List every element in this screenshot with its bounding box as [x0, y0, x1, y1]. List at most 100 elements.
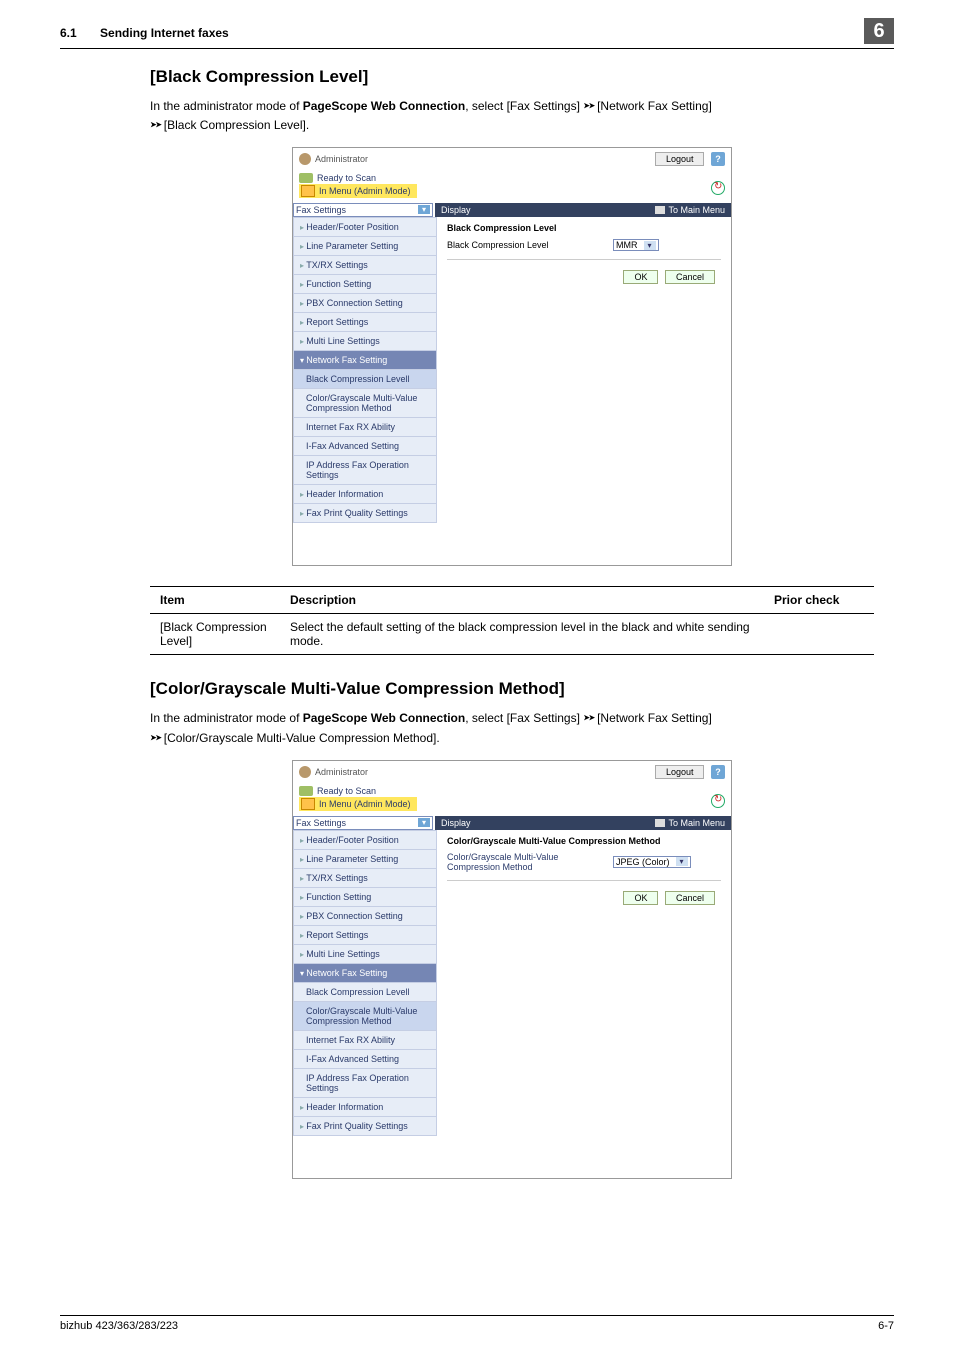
content-title: Black Compression Level — [447, 223, 721, 233]
compression-select[interactable]: JPEG (Color)▾ — [613, 856, 691, 868]
menu-icon — [301, 185, 315, 197]
status-ready: Ready to Scan — [317, 786, 376, 796]
display-button[interactable]: Display — [435, 203, 477, 217]
intro-text: [Network Fax Setting] — [594, 99, 712, 113]
ok-button[interactable]: OK — [623, 270, 658, 284]
section1-intro: In the administrator mode of PageScope W… — [150, 97, 874, 135]
sidebar-item[interactable]: TX/RX Settings — [293, 256, 437, 275]
display-button[interactable]: Display — [435, 816, 477, 830]
cancel-button[interactable]: Cancel — [665, 270, 715, 284]
compression-select[interactable]: MMR ▾ — [613, 239, 659, 251]
sidebar-item[interactable]: Header Information — [293, 485, 437, 504]
category-select[interactable]: Fax Settings▾ — [293, 816, 433, 830]
sidebar-item[interactable]: Line Parameter Setting — [293, 237, 437, 256]
list-icon — [655, 206, 665, 214]
status-menu: In Menu (Admin Mode) — [319, 186, 411, 196]
help-icon[interactable]: ? — [711, 152, 725, 166]
sidebar-item-color-compression[interactable]: Color/Grayscale Multi-Value Compression … — [293, 389, 437, 418]
logout-button[interactable]: Logout — [655, 765, 705, 779]
admin-label: Administrator — [315, 154, 368, 164]
sidebar-item[interactable]: Fax Print Quality Settings — [293, 1117, 437, 1136]
to-main-label: To Main Menu — [668, 205, 725, 215]
sidebar-item[interactable]: Report Settings — [293, 926, 437, 945]
intro-text: [Color/Grayscale Multi-Value Compression… — [160, 731, 439, 745]
admin-icon — [299, 153, 311, 165]
td-item: [Black Compres­sion Level] — [150, 614, 280, 655]
chapter-badge: 6 — [864, 18, 894, 44]
sidebar-item[interactable]: TX/RX Settings — [293, 869, 437, 888]
sidebar-item[interactable]: Header Information — [293, 1098, 437, 1117]
select-value: MMR — [616, 240, 638, 250]
sidebar-item[interactable]: Line Parameter Setting — [293, 850, 437, 869]
sidebar-nav: Header/Footer Position Line Parameter Se… — [293, 830, 437, 1136]
sidebar-item[interactable]: Internet Fax RX Ability — [293, 418, 437, 437]
cancel-button[interactable]: Cancel — [665, 891, 715, 905]
intro-text: In the administrator mode of — [150, 711, 303, 725]
sidebar-item-black-compression[interactable]: Black Compression Levell — [293, 370, 437, 389]
page-footer: bizhub 423/363/283/223 6-7 — [60, 1315, 894, 1332]
select-value: Fax Settings — [296, 205, 346, 215]
status-ready: Ready to Scan — [317, 173, 376, 183]
sidebar-item[interactable]: Header/Footer Position — [293, 830, 437, 850]
scan-icon — [299, 173, 313, 183]
status-menu: In Menu (Admin Mode) — [319, 799, 411, 809]
content-pane: Color/Grayscale Multi-Value Compression … — [437, 830, 731, 1136]
arrow-icon: ➤➤ — [150, 118, 160, 132]
section1-title: [Black Compression Level] — [150, 67, 874, 87]
section2-title: [Color/Grayscale Multi-Value Compression… — [150, 679, 874, 699]
logout-button[interactable]: Logout — [655, 152, 705, 166]
sidebar-group-network-fax[interactable]: Network Fax Setting — [293, 351, 437, 370]
screenshot2: Administrator Logout ? Ready to Scan In … — [292, 760, 732, 1179]
section-title: Sending Internet faxes — [100, 26, 229, 40]
sidebar-nav: Header/Footer Position Line Parameter Se… — [293, 217, 437, 523]
category-select[interactable]: Fax Settings ▾ — [293, 203, 433, 217]
sidebar-item[interactable]: IP Address Fax Operation Settings — [293, 1069, 437, 1098]
sidebar-group-network-fax[interactable]: Network Fax Setting — [293, 964, 437, 983]
sidebar-item[interactable]: PBX Connection Setting — [293, 294, 437, 313]
arrow-icon: ➤➤ — [583, 99, 593, 113]
sidebar-item-black-compression[interactable]: Black Compression Levell — [293, 983, 437, 1002]
chevron-down-icon: ▾ — [676, 857, 688, 866]
sidebar-item-color-compression[interactable]: Color/Grayscale Multi-Value Compression … — [293, 1002, 437, 1031]
field-label: Black Compression Level — [447, 240, 597, 250]
chevron-down-icon: ▾ — [418, 205, 430, 214]
refresh-icon[interactable] — [711, 794, 725, 808]
to-main-menu-button[interactable]: To Main Menu — [649, 816, 731, 830]
spec-table: Item Description Prior check [Black Comp… — [150, 586, 874, 655]
sidebar-item[interactable]: Internet Fax RX Ability — [293, 1031, 437, 1050]
intro-text: , select [Fax Settings] — [465, 711, 580, 725]
th-prior: Prior check — [764, 587, 874, 614]
sidebar-item[interactable]: IP Address Fax Operation Settings — [293, 456, 437, 485]
scan-icon — [299, 786, 313, 796]
select-value: Fax Settings — [296, 818, 346, 828]
menu-icon — [301, 798, 315, 810]
sidebar-item[interactable]: Function Setting — [293, 275, 437, 294]
help-icon[interactable]: ? — [711, 765, 725, 779]
chevron-down-icon: ▾ — [644, 241, 656, 250]
intro-text: In the administrator mode of — [150, 99, 303, 113]
to-main-menu-button[interactable]: To Main Menu — [649, 203, 731, 217]
intro-text: [Black Compression Level]. — [160, 118, 309, 132]
th-item: Item — [150, 587, 280, 614]
intro-bold: PageScope Web Connection — [303, 99, 465, 113]
sidebar-item[interactable]: Header/Footer Position — [293, 217, 437, 237]
intro-bold: PageScope Web Connection — [303, 711, 465, 725]
sidebar-item[interactable]: Fax Print Quality Settings — [293, 504, 437, 523]
sidebar-item[interactable]: Function Setting — [293, 888, 437, 907]
sidebar-item[interactable]: Report Settings — [293, 313, 437, 332]
sidebar-item[interactable]: Multi Line Settings — [293, 945, 437, 964]
td-prior — [764, 614, 874, 655]
arrow-icon: ➤➤ — [150, 731, 160, 745]
th-description: Description — [280, 587, 764, 614]
refresh-icon[interactable] — [711, 181, 725, 195]
td-desc: Select the default setting of the black … — [280, 614, 764, 655]
to-main-label: To Main Menu — [668, 818, 725, 828]
section-number: 6.1 — [60, 26, 77, 40]
footer-model: bizhub 423/363/283/223 — [60, 1320, 178, 1332]
sidebar-item[interactable]: PBX Connection Setting — [293, 907, 437, 926]
sidebar-item[interactable]: Multi Line Settings — [293, 332, 437, 351]
sidebar-item[interactable]: I-Fax Advanced Setting — [293, 437, 437, 456]
ok-button[interactable]: OK — [623, 891, 658, 905]
page-header: 6.1 Sending Internet faxes 6 — [60, 20, 894, 49]
sidebar-item[interactable]: I-Fax Advanced Setting — [293, 1050, 437, 1069]
